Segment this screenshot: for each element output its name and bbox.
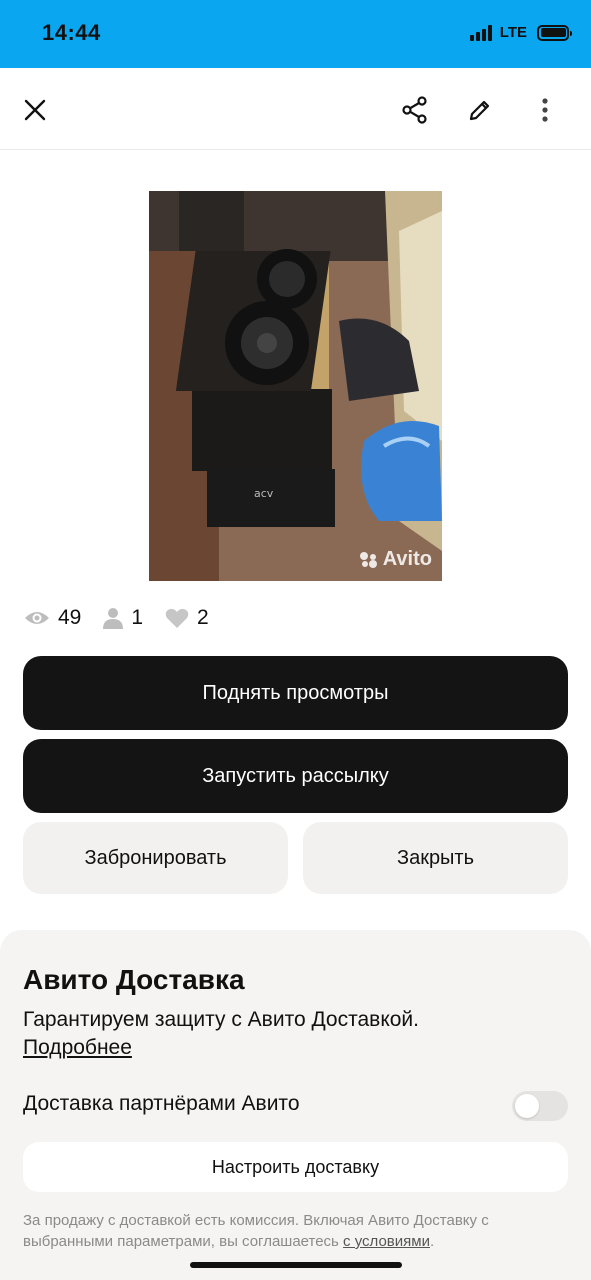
home-indicator [190,1262,402,1268]
share-icon [402,96,427,124]
listing-stats: 49 1 2 [24,602,231,634]
watermark-text: Avito [382,548,432,570]
eye-icon [25,612,49,624]
person-icon [103,608,124,629]
delivery-panel: Авито Доставка Гарантируем защиту с Авит… [0,930,591,1280]
delivery-title: Авито Доставка [23,964,245,995]
terms-link[interactable]: с условиями [343,1233,430,1250]
listing-photo[interactable]: acv Avito [149,191,442,581]
legal-end: . [429,1233,435,1250]
boost-views-button[interactable]: Поднять просмотры [23,656,568,730]
share-button[interactable] [395,90,435,130]
watermark: Avito [358,548,432,571]
top-nav-bar [0,68,591,150]
battery-icon [537,24,572,41]
close-icon [24,99,46,121]
avito-logo-icon [359,551,377,568]
signal-icon [469,24,492,41]
reserve-button[interactable]: Забронировать [23,822,288,894]
partner-delivery-label: Доставка партнёрами Авито [23,1092,300,1115]
status-indicators: LTE [469,24,572,41]
amp-brand: acv [254,487,274,500]
network-label: LTE [499,24,527,41]
favorites-count: 2 [197,606,209,629]
setup-delivery-button[interactable]: Настроить доставку [23,1142,568,1192]
more-vertical-icon [542,98,548,122]
delivery-subtitle: Гарантируем защиту с Авито Доставкой. [23,1008,419,1031]
favorites-stat: 2 [165,606,209,630]
start-mailing-button[interactable]: Запустить рассылку [23,739,568,813]
heart-icon [165,608,189,628]
contacts-stat: 1 [103,606,143,630]
close-button[interactable] [15,90,55,130]
status-bar: 14:44 LTE [0,0,591,68]
contacts-count: 1 [131,606,144,629]
status-time: 14:44 [42,20,101,45]
close-listing-button[interactable]: Закрыть [303,822,568,894]
edit-button[interactable] [460,90,500,130]
toggle-knob [515,1094,539,1118]
delivery-more-link[interactable]: Подробнее [23,1036,132,1060]
views-count: 49 [58,606,82,629]
edit-icon [469,100,490,121]
legal-text: За продажу с доставкой есть комиссия. Вк… [23,1210,543,1252]
views-stat: 49 [24,606,81,630]
partner-delivery-toggle[interactable] [512,1091,568,1121]
more-button[interactable] [525,90,565,130]
